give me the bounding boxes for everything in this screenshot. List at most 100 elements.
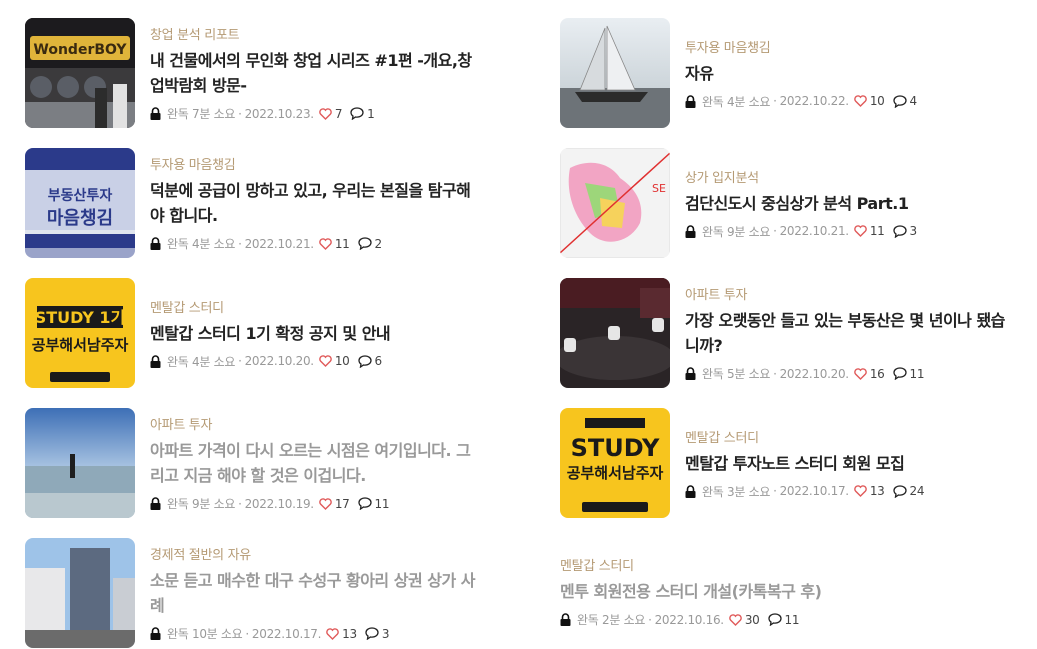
comment-count: 11 [784, 612, 800, 627]
post-thumbnail[interactable]: WonderBOY [25, 18, 135, 128]
post-date: 2022.10.21. [244, 236, 315, 251]
post-thumbnail[interactable]: STUDY 공부해서남주자 [560, 408, 670, 518]
comment-icon[interactable] [760, 613, 785, 626]
post-item[interactable]: 경제적 절반의 자유 소문 듣고 매수한 대구 수성구 황아리 상권 상가 사례… [25, 538, 480, 648]
post-thumbnail[interactable] [25, 538, 135, 648]
like-count: 16 [869, 366, 885, 381]
post-category[interactable]: 아파트 투자 [150, 414, 480, 433]
post-title[interactable]: 검단신도시 중심상가 분석 Part.1 [685, 191, 1015, 216]
read-status: 완독 [577, 613, 599, 627]
comment-count: 3 [909, 224, 918, 238]
post-body: 멘탈갑 스터디 멘탈갑 투자노트 스터디 회원 모집 완독 3분 소요 · 2022… [685, 427, 1015, 500]
post-body: 경제적 절반의 자유 소문 듣고 매수한 대구 수성구 황아리 상권 상가 사례… [150, 544, 480, 642]
post-item[interactable]: 투자용 마음챙김 자유 완독 4분 소요 · 2022.10.22. 10 4 [560, 18, 1015, 128]
like-count: 11 [334, 236, 350, 251]
comment-icon[interactable] [350, 354, 375, 368]
post-title[interactable]: 소문 듣고 매수한 대구 수성구 황아리 상권 상가 사례 [150, 568, 480, 618]
comment-icon[interactable] [342, 107, 367, 120]
post-title[interactable]: 가장 오랫동안 들고 있는 부동산은 몇 년이나 됐습니까? [685, 308, 1015, 358]
comment-count: 11 [374, 496, 390, 511]
comment-icon[interactable] [885, 94, 910, 108]
post-title[interactable]: 자유 [685, 61, 1015, 86]
comment-icon[interactable] [350, 497, 375, 510]
read-status: 완독 [167, 497, 189, 511]
comment-count: 4 [909, 94, 918, 108]
comment-icon[interactable] [350, 237, 375, 250]
post-meta: 완독 2분 소요 · 2022.10.16. 30 11 [560, 611, 980, 628]
post-meta: 완독 9분 소요 · 2022.10.21. 11 3 [685, 223, 1015, 240]
svg-text:부동산투자: 부동산투자 [48, 187, 113, 204]
post-item[interactable]: 아파트 투자 아파트 가격이 다시 오르는 시점은 여기입니다. 그리고 지금 … [25, 408, 480, 518]
post-thumbnail[interactable]: 부동산투자 마음챙김 [25, 148, 135, 258]
read-time: 9분 소요 [192, 497, 236, 511]
post-thumbnail[interactable] [25, 408, 135, 518]
post-date: 2022.10.17. [251, 626, 322, 641]
comment-icon[interactable] [885, 367, 910, 380]
post-item[interactable]: 부동산투자 마음챙김 투자용 마음챙김 덕분에 공급이 망하고 있고, 우리는 … [25, 148, 480, 258]
lock-icon [560, 613, 577, 626]
comment-count: 3 [381, 626, 390, 641]
read-time: 9분 소요 [727, 224, 771, 239]
post-title[interactable]: 내 건물에서의 무인화 창업 시리즈 #1편 -개요,창업박람회 방문- [150, 48, 480, 98]
thumb-expo-text: WonderBOY [33, 42, 127, 58]
post-category[interactable]: 투자용 마음챙김 [685, 37, 1015, 56]
post-category[interactable]: 멘탈갑 스터디 [685, 427, 1015, 446]
post-category[interactable]: 멘탈갑 스터디 [150, 297, 480, 316]
post-meta: 완독 3분 소요 · 2022.10.17. 13 24 [685, 483, 1015, 500]
post-item[interactable]: WonderBOY 창업 분석 리포트 내 건물에서의 무인화 창업 시리즈 #… [25, 18, 480, 128]
read-status: 완독 [702, 484, 724, 499]
read-status: 완독 [167, 107, 189, 121]
post-category[interactable]: 투자용 마음챙김 [150, 154, 480, 173]
read-time: 2분 소요 [602, 613, 646, 627]
post-meta: 완독 10분 소요 · 2022.10.17. 13 3 [150, 625, 480, 642]
post-category[interactable]: 창업 분석 리포트 [150, 24, 480, 43]
post-item[interactable]: 아파트 투자 가장 오랫동안 들고 있는 부동산은 몇 년이나 됐습니까? 완독… [560, 278, 1015, 388]
lock-icon [150, 627, 167, 640]
post-meta: 완독 4분 소요 · 2022.10.20. 10 6 [150, 353, 480, 370]
post-body: 멘탈갑 스터디 멘투 회원전용 스터디 개설(카톡복구 후) 완독 2분 소요 ·… [560, 555, 980, 628]
post-thumbnail[interactable] [560, 278, 670, 388]
post-category[interactable]: 상가 입지분석 [685, 167, 1015, 186]
post-category[interactable]: 아파트 투자 [685, 284, 1015, 303]
heart-icon[interactable] [724, 613, 745, 626]
comment-icon[interactable] [357, 627, 382, 640]
lock-icon [150, 237, 167, 250]
post-grid: WonderBOY 창업 분석 리포트 내 건물에서의 무인화 창업 시리즈 #… [0, 0, 1037, 649]
heart-icon[interactable] [314, 237, 335, 250]
post-title[interactable]: 덕분에 공급이 망하고 있고, 우리는 본질을 탐구해야 합니다. [150, 178, 480, 228]
post-category[interactable]: 경제적 절반의 자유 [150, 544, 480, 563]
post-title[interactable]: 멘탈갑 투자노트 스터디 회원 모집 [685, 451, 1015, 476]
post-thumbnail[interactable]: STUDY 1기 공부해서남주자 [25, 278, 135, 388]
post-item[interactable]: SE 상가 입지분석 검단신도시 중심상가 분석 Part.1 완독 9분 소요… [560, 148, 1015, 258]
post-meta: 완독 7분 소요 · 2022.10.23. 7 1 [150, 105, 480, 122]
post-thumbnail[interactable]: SE [560, 148, 670, 258]
heart-icon[interactable] [849, 225, 870, 237]
comment-icon[interactable] [885, 484, 910, 498]
post-item[interactable]: STUDY 공부해서남주자 멘탈갑 스터디 멘탈갑 투자노트 스터디 회원 모집… [560, 408, 1015, 518]
heart-icon[interactable] [314, 107, 335, 120]
heart-icon[interactable] [849, 95, 870, 107]
read-status: 완독 [702, 94, 724, 109]
post-item[interactable]: STUDY 1기 공부해서남주자 멘탈갑 스터디 멘탈갑 스터디 1기 확정 공… [25, 278, 480, 388]
comment-count: 2 [374, 236, 383, 251]
read-status: 완독 [167, 354, 189, 369]
post-item[interactable]: 멘탈갑 스터디 멘투 회원전용 스터디 개설(카톡복구 후) 완독 2분 소요 ·… [560, 555, 980, 628]
heart-icon[interactable] [849, 367, 870, 380]
read-time: 10분 소요 [192, 627, 243, 641]
post-thumbnail[interactable] [560, 18, 670, 128]
post-body: 상가 입지분석 검단신도시 중심상가 분석 Part.1 완독 9분 소요 · 20… [685, 167, 1015, 240]
read-time: 4분 소요 [192, 237, 236, 251]
heart-icon[interactable] [321, 627, 342, 640]
post-meta: 완독 4분 소요 · 2022.10.21. 11 2 [150, 235, 480, 252]
post-body: 투자용 마음챙김 자유 완독 4분 소요 · 2022.10.22. 10 4 [685, 37, 1015, 110]
post-title[interactable]: 멘탈갑 스터디 1기 확정 공지 및 안내 [150, 321, 480, 346]
heart-icon[interactable] [314, 497, 335, 510]
like-count: 30 [744, 612, 760, 627]
post-category[interactable]: 멘탈갑 스터디 [560, 555, 980, 574]
post-title[interactable]: 아파트 가격이 다시 오르는 시점은 여기입니다. 그리고 지금 해야 할 것은… [150, 438, 480, 488]
heart-icon[interactable] [849, 485, 870, 497]
post-date: 2022.10.20. [244, 354, 315, 368]
post-title[interactable]: 멘투 회원전용 스터디 개설(카톡복구 후) [560, 579, 980, 604]
comment-icon[interactable] [885, 224, 910, 238]
heart-icon[interactable] [314, 355, 335, 367]
